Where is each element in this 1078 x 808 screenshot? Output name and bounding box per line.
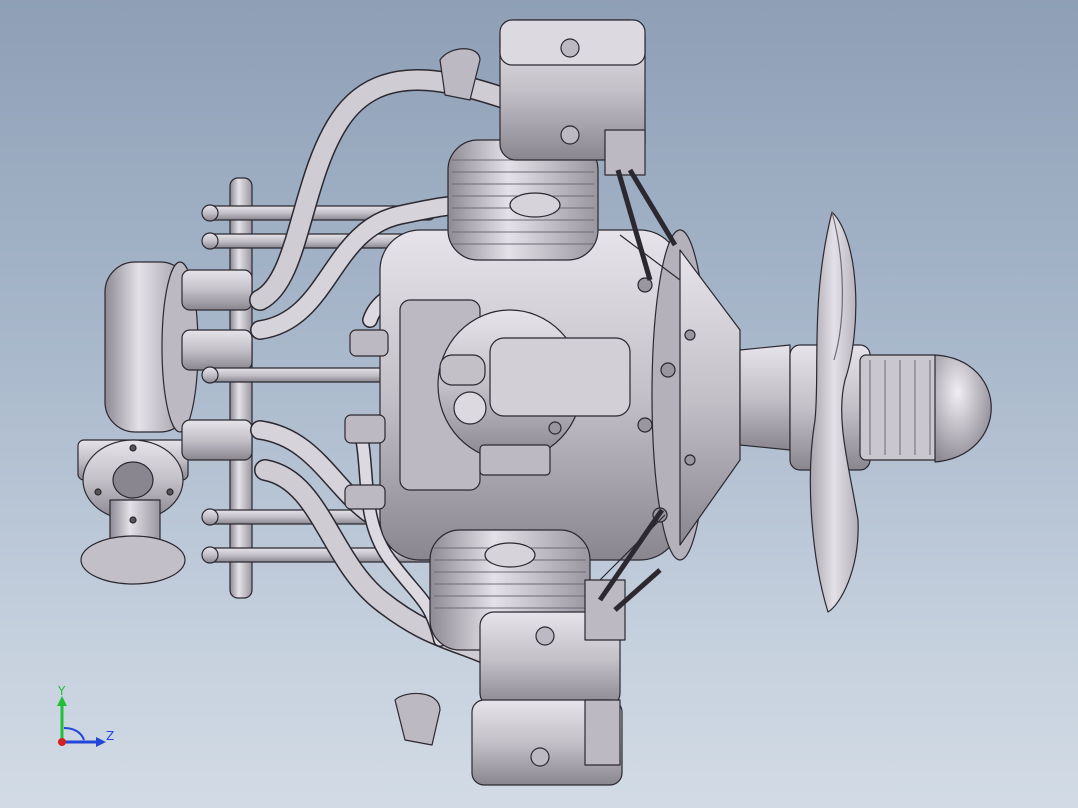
graphics-viewport[interactable]: Y Z — [0, 0, 1078, 808]
coordinate-triad: Y Z — [57, 684, 114, 747]
propeller-hub — [739, 344, 992, 471]
triad-y-label: Y — [57, 684, 66, 698]
intake-housing — [77, 261, 199, 585]
spinner — [934, 354, 992, 463]
cylinder-bottom — [429, 529, 626, 786]
x-axis-origin — [58, 738, 66, 746]
engine-3d-model[interactable] — [0, 0, 1078, 808]
triad-z-label: Z — [106, 729, 114, 743]
